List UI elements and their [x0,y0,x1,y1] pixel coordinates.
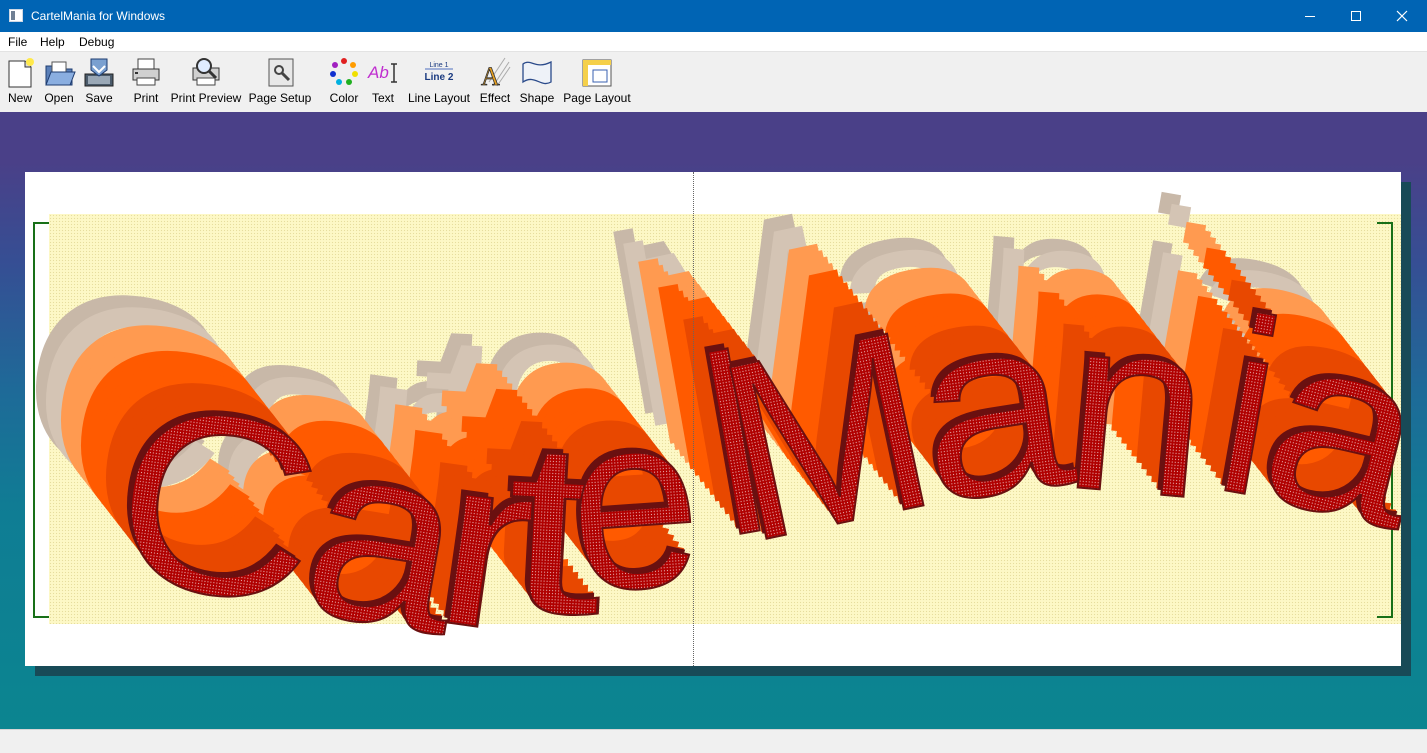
toolbar-page-layout-button[interactable]: Page Layout [561,53,633,110]
save-icon [84,58,114,87]
toolbar-shape-button[interactable]: Shape [518,53,556,110]
toolbar-print-button[interactable]: Print [129,53,163,110]
maximize-icon [1351,11,1361,21]
maximize-button[interactable] [1333,0,1379,32]
menu-file[interactable]: File [8,35,27,49]
minimize-button[interactable] [1287,0,1333,32]
toolbar-text-button[interactable]: Ab Text [366,53,400,110]
close-button[interactable] [1379,0,1425,32]
svg-text:Line 2: Line 2 [425,72,454,83]
app-icon[interactable] [9,9,23,22]
toolbar-save-button[interactable]: Save [82,53,116,110]
title-bar: CartelMania for Windows [0,0,1427,32]
menu-bar: File Help Debug [0,32,1427,52]
toolbar-new-label: New [7,91,33,105]
printer-icon [132,58,160,86]
workspace: CartelManiaCartelManiaCartelManiaCartelM… [0,112,1427,729]
banner-text-group: CartelManiaCartelManiaCartelManiaCartelM… [25,172,1401,666]
shape-icon [522,60,552,85]
toolbar-page-layout-label: Page Layout [563,91,631,105]
close-icon [1396,10,1408,22]
toolbar-save-label: Save [85,91,113,105]
toolbar-print-preview-button[interactable]: Print Preview [168,53,244,110]
toolbar-text-label: Text [371,91,395,105]
toolbar-open-label: Open [44,91,74,105]
toolbar-page-setup-button[interactable]: Page Setup [248,53,314,110]
toolbar: New Open Save Print Print Preview Page S… [0,53,1427,112]
toolbar-color-button[interactable]: Color [326,53,362,110]
print-preview-icon [192,58,220,86]
toolbar-effect-button[interactable]: A Effect [477,53,513,110]
page-setup-icon [268,58,294,87]
menu-help[interactable]: Help [40,35,65,49]
toolbar-print-label: Print [133,91,159,105]
toolbar-color-label: Color [329,91,359,105]
poster-page[interactable]: CartelManiaCartelManiaCartelManiaCartelM… [25,172,1401,666]
text-icon: Ab [367,63,397,83]
toolbar-open-button[interactable]: Open [42,53,78,110]
menu-debug[interactable]: Debug [79,35,114,49]
toolbar-page-setup-label: Page Setup [248,91,312,105]
banner-art: CartelManiaCartelManiaCartelManiaCartelM… [25,172,1401,666]
toolbar-new-button[interactable]: New [4,53,38,110]
open-folder-icon [45,61,76,86]
app-window: CartelMania for Windows File Help Debug … [0,0,1427,753]
status-bar [0,729,1427,753]
svg-text:Line 1: Line 1 [429,62,448,69]
svg-text:Ab: Ab [367,63,389,82]
new-document-icon [8,58,34,88]
page-layout-icon [582,59,612,87]
toolbar-line-layout-label: Line Layout [407,91,471,105]
banner-letter-face: e [559,357,708,644]
banner-letter-face: n [1056,261,1220,551]
effect-icon: A [481,57,511,88]
minimize-icon [1305,16,1315,17]
color-palette-icon [330,58,358,85]
line-layout-icon: Line 1 Line 2 [425,62,454,83]
toolbar-effect-label: Effect [479,91,511,105]
svg-text:A: A [481,62,500,88]
toolbar-print-preview-label: Print Preview [170,91,242,105]
toolbar-shape-label: Shape [519,91,555,105]
window-title: CartelMania for Windows [31,9,166,23]
toolbar-line-layout-button[interactable]: Line 1 Line 2 Line Layout [405,53,473,110]
page-center-guide [693,172,694,666]
